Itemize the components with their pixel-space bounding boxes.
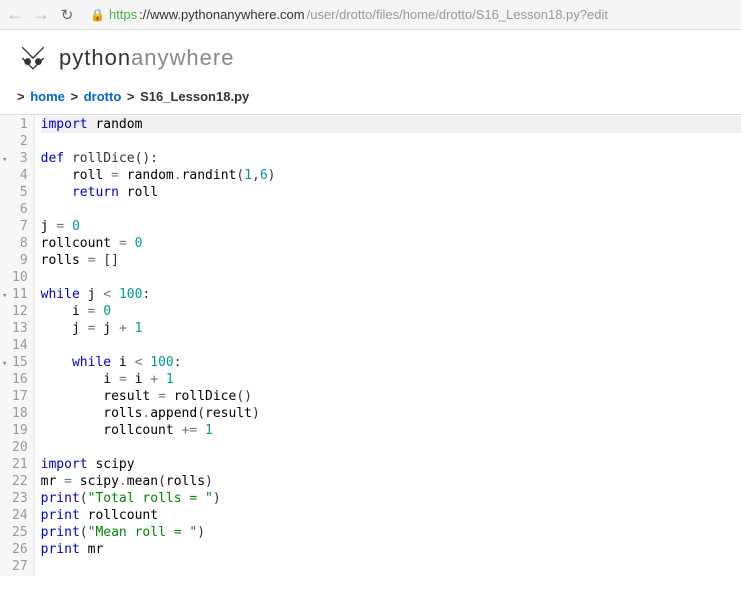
gutter-line: 12 (12, 303, 28, 320)
gutter-line: 5 (12, 184, 28, 201)
url-domain: ://www.pythonanywhere.com (139, 7, 304, 22)
breadcrumb-sep: > (127, 89, 135, 104)
code-line[interactable] (41, 558, 741, 575)
gutter-line: 19 (12, 422, 28, 439)
code-line[interactable]: return roll (41, 184, 741, 201)
breadcrumb: > home > drotto > S16_Lesson18.py (0, 81, 741, 114)
code-line[interactable]: rolls = [] (41, 252, 741, 269)
code-line[interactable]: i = i + 1 (41, 371, 741, 388)
gutter-line: 8 (12, 235, 28, 252)
gutter-line: 4 (12, 167, 28, 184)
logo-text: pythonanywhere (59, 45, 234, 71)
gutter-line: 7 (12, 218, 28, 235)
gutter-line: 25 (12, 524, 28, 541)
gutter-line: 20 (12, 439, 28, 456)
code-editor[interactable]: 123▾4567891011▾12131415▾1617181920212223… (0, 114, 741, 576)
fold-marker-icon[interactable]: ▾ (2, 356, 7, 373)
gutter-line: 17 (12, 388, 28, 405)
code-line[interactable]: while j < 100: (41, 286, 741, 303)
url-protocol: https (109, 7, 137, 22)
forward-button[interactable]: → (32, 4, 50, 25)
code-line[interactable]: print("Mean roll = ") (41, 524, 741, 541)
gutter-line: 1 (12, 116, 28, 133)
gutter-line: 16 (12, 371, 28, 388)
site-header: pythonanywhere (0, 30, 741, 81)
browser-toolbar: ← → ↻ 🔒 https://www.pythonanywhere.com/u… (0, 0, 741, 30)
gutter-line: 9 (12, 252, 28, 269)
gutter-line: 26 (12, 541, 28, 558)
code-line[interactable]: roll = random.randint(1,6) (41, 167, 741, 184)
logo[interactable]: pythonanywhere (15, 40, 234, 76)
code-line[interactable]: rollcount += 1 (41, 422, 741, 439)
breadcrumb-file: S16_Lesson18.py (140, 89, 249, 104)
gutter-line: 3▾ (12, 150, 28, 167)
gutter-line: 11▾ (12, 286, 28, 303)
gutter-line: 2 (12, 133, 28, 150)
code-line[interactable] (41, 269, 741, 286)
code-line[interactable]: def rollDice(): (41, 150, 741, 167)
code-line[interactable]: print rollcount (41, 507, 741, 524)
gutter-line: 21 (12, 456, 28, 473)
code-line[interactable]: result = rollDice() (41, 388, 741, 405)
code-line[interactable]: rollcount = 0 (41, 235, 741, 252)
code-line[interactable] (41, 201, 741, 218)
code-line[interactable]: j = 0 (41, 218, 741, 235)
code-line[interactable]: i = 0 (41, 303, 741, 320)
code-line[interactable]: print mr (41, 541, 741, 558)
code-area[interactable]: import random def rollDice(): roll = rand… (35, 115, 741, 576)
gutter-line: 23 (12, 490, 28, 507)
code-line[interactable]: j = j + 1 (41, 320, 741, 337)
gutter-line: 24 (12, 507, 28, 524)
gutter-line: 22 (12, 473, 28, 490)
gutter-line: 13 (12, 320, 28, 337)
pythonanywhere-logo-icon (15, 40, 51, 76)
gutter-line: 14 (12, 337, 28, 354)
code-line[interactable] (41, 439, 741, 456)
breadcrumb-user[interactable]: drotto (84, 89, 122, 104)
code-line[interactable]: while i < 100: (41, 354, 741, 371)
code-line[interactable]: import scipy (41, 456, 741, 473)
breadcrumb-sep: > (17, 89, 25, 104)
url-path: /user/drotto/files/home/drotto/S16_Lesso… (307, 7, 608, 22)
lock-icon: 🔒 (90, 8, 105, 22)
gutter: 123▾4567891011▾12131415▾1617181920212223… (0, 115, 35, 576)
gutter-line: 15▾ (12, 354, 28, 371)
code-line[interactable]: import random (41, 116, 741, 133)
fold-marker-icon[interactable]: ▾ (2, 288, 7, 305)
back-button[interactable]: ← (6, 4, 24, 25)
gutter-line: 27 (12, 558, 28, 575)
breadcrumb-sep: > (71, 89, 79, 104)
breadcrumb-home[interactable]: home (30, 89, 65, 104)
address-bar[interactable]: 🔒 https://www.pythonanywhere.com/user/dr… (84, 7, 735, 22)
reload-button[interactable]: ↻ (58, 6, 76, 24)
fold-marker-icon[interactable]: ▾ (2, 152, 7, 169)
code-line[interactable]: mr = scipy.mean(rolls) (41, 473, 741, 490)
code-line[interactable]: print("Total rolls = ") (41, 490, 741, 507)
gutter-line: 6 (12, 201, 28, 218)
gutter-line: 10 (12, 269, 28, 286)
code-line[interactable] (41, 133, 741, 150)
code-line[interactable]: rolls.append(result) (41, 405, 741, 422)
code-line[interactable] (41, 337, 741, 354)
gutter-line: 18 (12, 405, 28, 422)
